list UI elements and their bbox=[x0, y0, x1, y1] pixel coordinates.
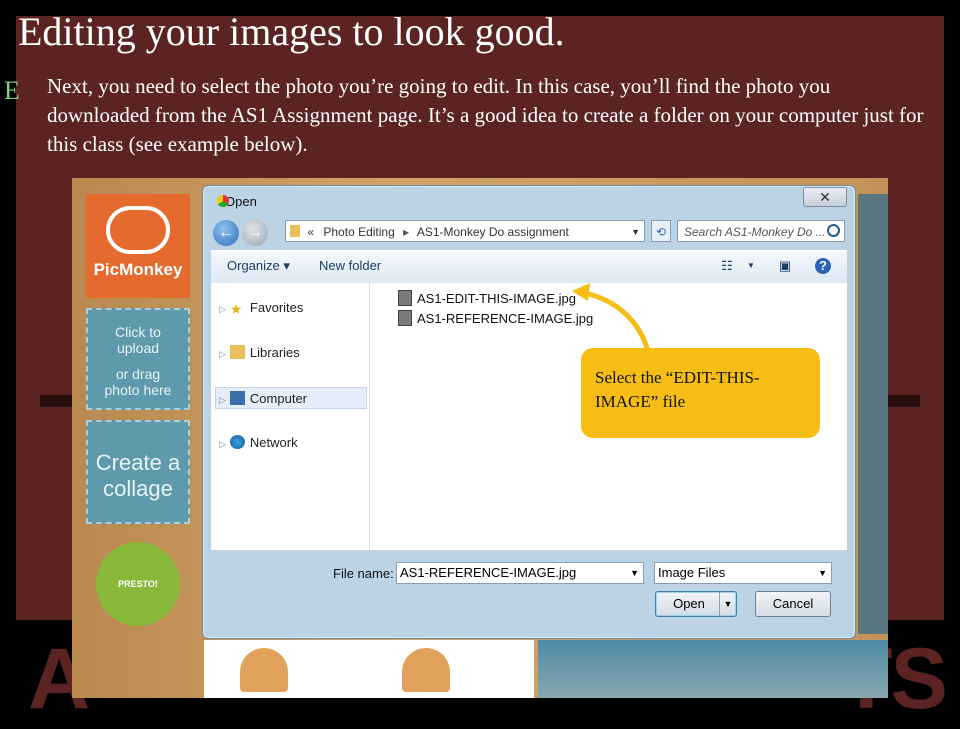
forward-arrow-icon[interactable]: → bbox=[242, 220, 268, 246]
chevron-down-icon[interactable]: ▼ bbox=[631, 221, 640, 243]
nav-item-label: Computer bbox=[249, 391, 307, 406]
dialog-toolbar: Organize ▾ New folder ☷ ▼ ▣ ? bbox=[211, 250, 847, 284]
nav-item-label: Network bbox=[249, 435, 298, 450]
slide-body-text: Next, you need to select the photo you’r… bbox=[47, 74, 924, 156]
nav-item-computer[interactable]: ▷ Computer bbox=[215, 387, 367, 409]
background-photo-strip bbox=[858, 194, 888, 634]
expand-arrow-icon[interactable]: ▷ bbox=[219, 304, 226, 314]
file-name-value: AS1-REFERENCE-IMAGE.jpg bbox=[400, 565, 577, 580]
chevron-down-icon[interactable]: ▼ bbox=[719, 592, 736, 616]
file-type-value: Image Files bbox=[658, 565, 726, 580]
upload-tile-line-2: upload bbox=[116, 340, 160, 356]
image-file-icon bbox=[398, 310, 412, 326]
search-placeholder: Search AS1-Monkey Do ... bbox=[684, 225, 826, 239]
breadcrumb-item-assignment[interactable]: AS1-Monkey Do assignment bbox=[417, 225, 569, 239]
upload-tile-line-4: photo here bbox=[104, 382, 172, 398]
back-arrow-icon[interactable]: ← bbox=[213, 220, 239, 246]
address-bar[interactable]: « Photo Editing ▸ AS1-Monkey Do assignme… bbox=[285, 220, 645, 242]
collage-tile-line-1: Create a bbox=[95, 450, 181, 475]
cat-thumbnail-image bbox=[240, 648, 288, 692]
callout-text: Select the “EDIT-THIS-IMAGE” file bbox=[595, 368, 760, 411]
cat-thumbnail-image bbox=[402, 648, 450, 692]
chevron-down-icon[interactable]: ▼ bbox=[818, 563, 827, 583]
close-button[interactable]: ✕ bbox=[803, 187, 847, 207]
star-icon: ★ bbox=[229, 301, 243, 317]
organize-button[interactable]: Organize ▾ bbox=[227, 258, 290, 274]
upload-tile[interactable]: Click to upload or drag photo here bbox=[86, 308, 190, 410]
view-options-icon[interactable]: ☷ bbox=[719, 258, 735, 274]
expand-arrow-icon[interactable]: ▷ bbox=[219, 349, 226, 359]
chevron-down-icon[interactable]: ▼ bbox=[630, 563, 639, 583]
refresh-icon[interactable]: ⟲ bbox=[651, 220, 671, 242]
search-icon bbox=[827, 224, 840, 237]
file-name: AS1-REFERENCE-IMAGE.jpg bbox=[417, 311, 594, 326]
collage-tile-line-2: collage bbox=[103, 476, 173, 501]
libraries-icon bbox=[229, 345, 245, 359]
breadcrumb-separator-icon: ▸ bbox=[403, 225, 410, 239]
chevron-down-icon[interactable]: ▼ bbox=[743, 258, 759, 274]
bullet-marker: E bbox=[4, 76, 20, 105]
sea-photo-image bbox=[538, 640, 888, 698]
presto-badge[interactable]: PRESTO! bbox=[96, 542, 180, 626]
image-file-icon bbox=[398, 290, 412, 306]
collage-tile[interactable]: Create a collage bbox=[86, 420, 190, 524]
monkey-face-icon bbox=[106, 206, 170, 254]
help-icon[interactable]: ? bbox=[815, 258, 831, 274]
breadcrumb-item-photo-editing[interactable]: Photo Editing bbox=[323, 225, 394, 239]
open-button[interactable]: Open ▼ bbox=[655, 591, 737, 617]
open-button-label: Open bbox=[673, 596, 705, 611]
cancel-button[interactable]: Cancel bbox=[755, 591, 831, 617]
folder-icon bbox=[290, 225, 300, 237]
file-name: AS1-EDIT-THIS-IMAGE.jpg bbox=[417, 291, 576, 306]
dialog-title: Open bbox=[225, 194, 257, 209]
picmonkey-logo-text: PicMonkey bbox=[93, 260, 183, 279]
file-name-label: File name: bbox=[333, 566, 394, 581]
new-folder-button[interactable]: New folder bbox=[319, 258, 381, 273]
upload-tile-line-3: or drag bbox=[115, 366, 161, 382]
file-item-reference-image[interactable]: AS1-REFERENCE-IMAGE.jpg bbox=[398, 310, 593, 328]
file-name-input[interactable]: AS1-REFERENCE-IMAGE.jpg ▼ bbox=[396, 562, 644, 584]
nav-item-libraries[interactable]: ▷ Libraries bbox=[219, 342, 371, 364]
network-icon bbox=[229, 435, 245, 449]
slide-title: Editing your images to look good. bbox=[18, 9, 565, 54]
nav-item-network[interactable]: ▷ Network bbox=[219, 432, 371, 454]
picmonkey-logo[interactable]: PicMonkey bbox=[86, 194, 190, 298]
computer-icon bbox=[229, 391, 245, 405]
upload-tile-line-1: Click to bbox=[115, 324, 161, 340]
dialog-title-bar: Open bbox=[217, 194, 257, 209]
file-item-edit-this-image[interactable]: AS1-EDIT-THIS-IMAGE.jpg bbox=[398, 290, 576, 308]
expand-arrow-icon[interactable]: ▷ bbox=[219, 439, 226, 449]
expand-arrow-icon[interactable]: ▷ bbox=[219, 395, 226, 405]
chrome-icon bbox=[217, 195, 229, 207]
breadcrumb-overflow[interactable]: « bbox=[307, 225, 314, 239]
nav-item-label: Libraries bbox=[249, 345, 300, 360]
file-type-select[interactable]: Image Files ▼ bbox=[654, 562, 832, 584]
preview-pane-icon[interactable]: ▣ bbox=[777, 258, 793, 274]
nav-item-label: Favorites bbox=[249, 300, 304, 315]
callout-box: Select the “EDIT-THIS-IMAGE” file bbox=[581, 348, 820, 438]
nav-item-favorites[interactable]: ▷ ★ Favorites bbox=[219, 297, 371, 319]
navigation-pane: ▷ ★ Favorites ▷ Libraries ▷ Computer ▷ Networ… bbox=[211, 283, 370, 550]
search-input[interactable]: Search AS1-Monkey Do ... bbox=[677, 220, 845, 242]
